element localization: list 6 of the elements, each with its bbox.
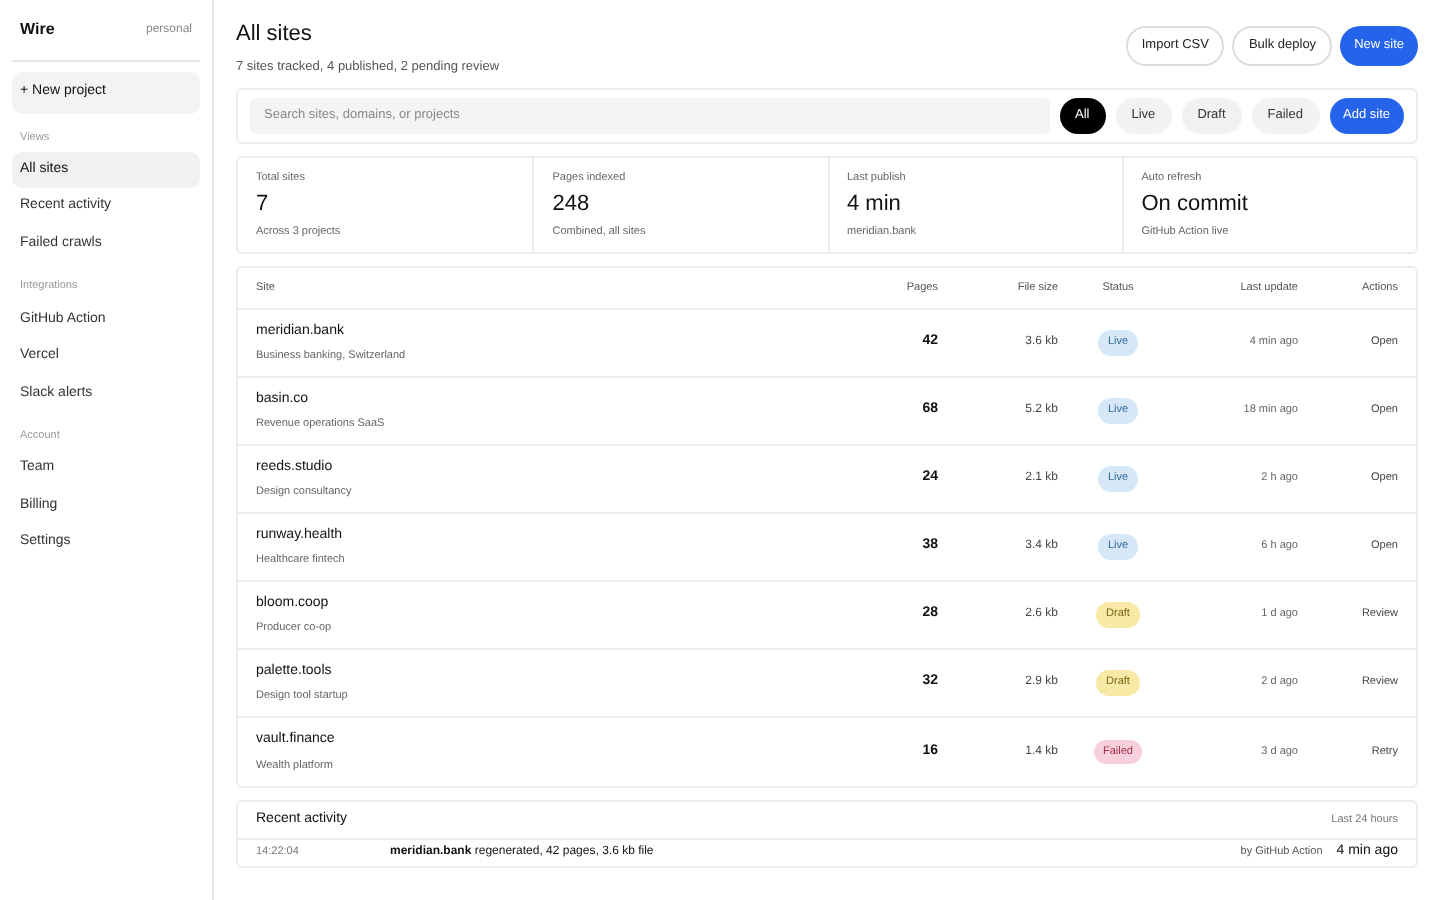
brand-name: Wire bbox=[20, 18, 55, 42]
stat-value: 248 bbox=[552, 190, 592, 221]
stat-value: 7 bbox=[256, 190, 271, 221]
page-title: All sites bbox=[236, 20, 314, 50]
stat-value: On commit bbox=[1141, 190, 1250, 221]
stat-value: 4 min bbox=[847, 190, 903, 221]
